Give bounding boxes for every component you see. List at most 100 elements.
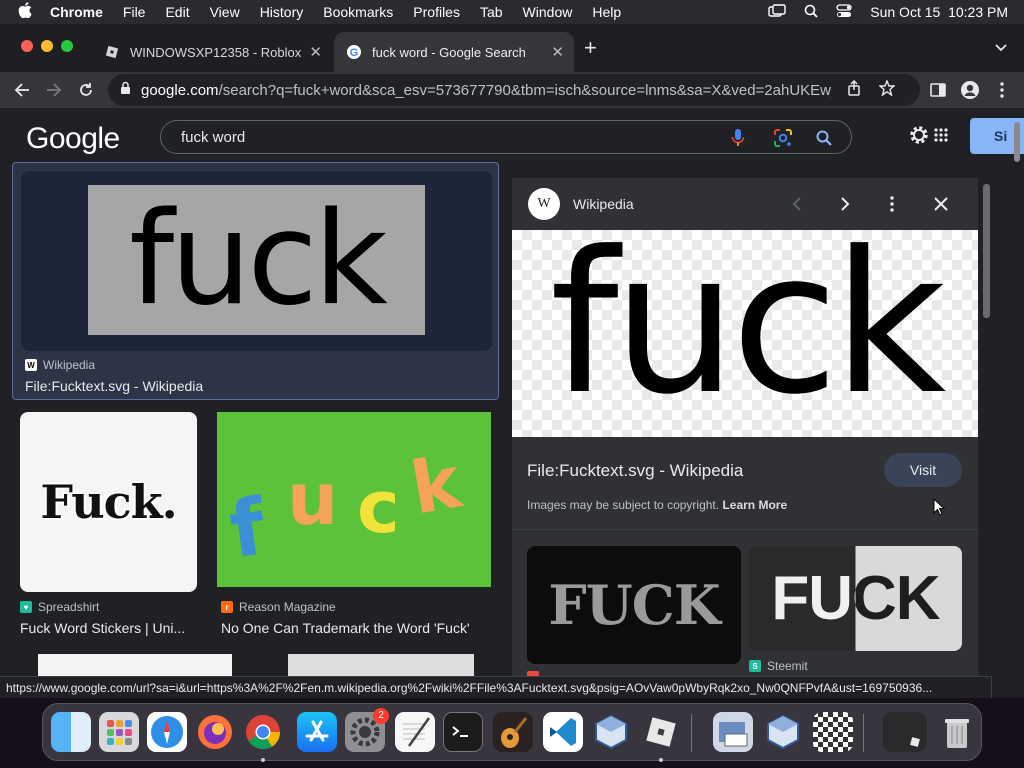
running-indicator <box>261 758 265 762</box>
menu-window[interactable]: Window <box>513 4 583 20</box>
preview-icon[interactable] <box>713 712 753 752</box>
menu-view[interactable]: View <box>200 4 250 20</box>
panel-title[interactable]: File:Fucktext.svg - Wikipedia <box>527 461 743 481</box>
menubar-clock[interactable]: Sun Oct 15 10:23 PM <box>870 4 1008 20</box>
tab-search-chevron-down-icon[interactable] <box>994 40 1008 58</box>
terminal-icon[interactable] <box>443 712 483 752</box>
preview-image[interactable]: fuck <box>512 230 978 437</box>
result-image-text: Fuck. <box>40 475 177 529</box>
visit-button[interactable]: Visit <box>884 453 962 487</box>
side-panel-icon[interactable] <box>926 78 950 102</box>
result-thumbnail[interactable]: f u c k <box>217 412 491 587</box>
new-tab-button[interactable]: + <box>584 37 597 59</box>
vscode-icon[interactable] <box>543 712 583 752</box>
image-result-card[interactable]: fuck W Wikipedia File:Fucktext.svg - Wiki… <box>12 162 499 400</box>
result-thumbnail[interactable]: Fuck. <box>20 412 197 592</box>
google-logo[interactable]: Google <box>26 122 120 156</box>
related-image-text: FUCK <box>749 546 962 651</box>
svg-text:f: f <box>224 482 271 576</box>
source-logo[interactable]: W <box>528 188 560 220</box>
back-arrow-icon[interactable] <box>10 78 34 102</box>
google-apps-grid-icon[interactable] <box>934 128 948 147</box>
zoom-window-button[interactable] <box>61 40 73 52</box>
spotlight-search-icon[interactable] <box>804 4 818 21</box>
roblox-icon[interactable] <box>641 712 681 752</box>
notification-badge: 2 <box>373 708 389 724</box>
chess-icon[interactable] <box>813 712 853 752</box>
garageband-icon[interactable] <box>493 712 533 752</box>
textedit-icon[interactable] <box>395 712 435 752</box>
reload-icon[interactable] <box>74 78 98 102</box>
google-favicon-icon: G <box>346 44 362 60</box>
finder-icon[interactable] <box>51 712 91 752</box>
close-window-button[interactable] <box>21 40 33 52</box>
tab-roblox[interactable]: WINDOWSXP12358 - Roblox ✕ <box>92 32 332 72</box>
window-thumbnail-icon[interactable] <box>883 712 927 752</box>
panel-source-name[interactable]: Wikipedia <box>573 196 634 212</box>
minimize-window-button[interactable] <box>41 40 53 52</box>
firefox-icon[interactable] <box>195 712 235 752</box>
menu-profiles[interactable]: Profiles <box>403 4 470 20</box>
related-source[interactable]: Steemit <box>767 659 808 673</box>
search-input[interactable] <box>181 128 701 146</box>
settings-gear-icon[interactable] <box>908 124 930 151</box>
mouse-cursor-icon <box>933 497 946 521</box>
screen-mirroring-icon[interactable] <box>768 3 786 21</box>
menu-help[interactable]: Help <box>582 4 631 20</box>
related-image-card[interactable]: FUCK <box>527 546 741 664</box>
result-source[interactable]: Wikipedia <box>43 358 95 372</box>
svg-text:k: k <box>405 439 469 530</box>
divider <box>512 529 978 530</box>
learn-more-link[interactable]: Learn More <box>722 498 787 512</box>
panel-scrollbar[interactable] <box>983 184 990 318</box>
close-panel-icon[interactable] <box>934 197 948 216</box>
more-options-kebab-icon[interactable] <box>890 196 894 217</box>
search-submit-icon[interactable] <box>815 129 833 152</box>
previous-chevron-icon[interactable] <box>792 197 802 216</box>
image-result-card[interactable]: f u c k r Reason Magazine No One Can Trad… <box>217 412 491 636</box>
chrome-menu-kebab-icon[interactable] <box>990 78 1014 102</box>
google-lens-icon[interactable] <box>773 128 793 153</box>
virtualbox-icon[interactable] <box>591 712 631 752</box>
forward-arrow-icon[interactable] <box>42 78 66 102</box>
control-center-icon[interactable] <box>836 3 852 21</box>
close-tab-icon[interactable]: ✕ <box>551 43 564 61</box>
menu-app-name[interactable]: Chrome <box>44 4 113 20</box>
result-title[interactable]: File:Fucktext.svg - Wikipedia <box>25 378 485 394</box>
bookmark-star-icon[interactable] <box>878 79 896 100</box>
chrome-icon[interactable] <box>243 712 283 752</box>
preview-image-text: fuck <box>549 230 947 437</box>
menu-bookmarks[interactable]: Bookmarks <box>313 4 403 20</box>
address-bar[interactable]: google.com/search?q=fuck+word&sca_esv=57… <box>108 74 920 106</box>
share-icon[interactable] <box>847 79 861 100</box>
search-box[interactable] <box>160 120 852 154</box>
app-store-icon[interactable] <box>297 712 337 752</box>
menu-history[interactable]: History <box>250 4 314 20</box>
tab-google-search[interactable]: G fuck word - Google Search ✕ <box>334 32 574 72</box>
next-chevron-icon[interactable] <box>840 197 850 216</box>
menu-edit[interactable]: Edit <box>155 4 199 20</box>
related-image-card[interactable]: FUCK <box>749 546 962 651</box>
result-source[interactable]: Spreadshirt <box>38 600 99 614</box>
page-scrollbar[interactable] <box>1014 122 1020 162</box>
launchpad-icon[interactable] <box>99 712 139 752</box>
apple-icon[interactable] <box>0 2 44 22</box>
voice-search-mic-icon[interactable] <box>731 128 745 153</box>
copyright-notice: Images may be subject to copyright. <box>527 498 720 512</box>
colorful-letters-image: f u c k <box>224 439 469 576</box>
menu-file[interactable]: File <box>113 4 156 20</box>
image-result-card[interactable]: Fuck. ♥ Spreadshirt Fuck Word Stickers | … <box>20 412 197 636</box>
result-title[interactable]: Fuck Word Stickers | Uni... <box>20 620 197 636</box>
result-thumbnail[interactable]: fuck <box>21 171 492 351</box>
lock-icon[interactable] <box>120 81 131 99</box>
tab-strip: WINDOWSXP12358 - Roblox ✕ G fuck word - … <box>0 24 1024 72</box>
virtualbox-vm-icon[interactable] <box>763 712 803 752</box>
profile-avatar-icon[interactable] <box>958 78 982 102</box>
dock-separator <box>863 714 864 752</box>
trash-icon[interactable] <box>937 712 977 752</box>
close-tab-icon[interactable]: ✕ <box>309 43 322 61</box>
safari-icon[interactable] <box>147 712 187 752</box>
menu-tab[interactable]: Tab <box>470 4 513 20</box>
result-title[interactable]: No One Can Trademark the Word 'Fuck' <box>221 620 491 636</box>
result-source[interactable]: Reason Magazine <box>239 600 336 614</box>
